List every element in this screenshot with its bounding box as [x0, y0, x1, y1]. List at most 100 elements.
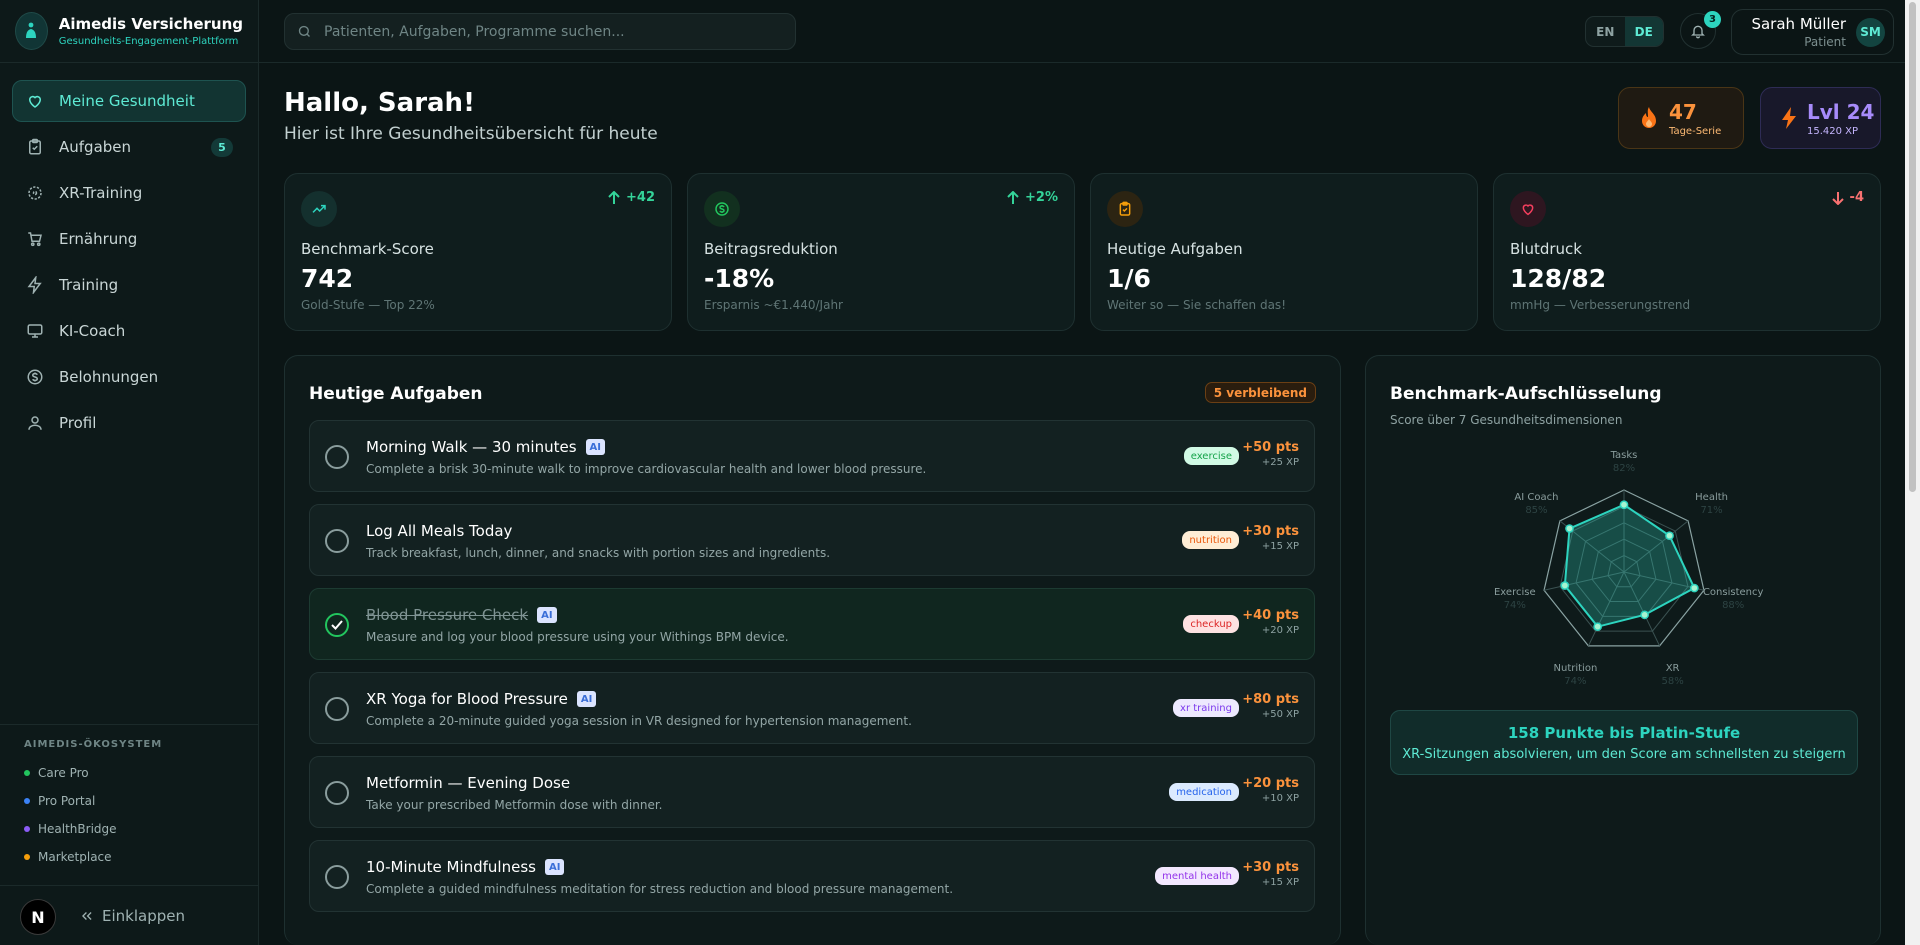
stat-card-benchmark[interactable]: +42 Benchmark-Score 742 Gold-Stufe — Top…	[284, 173, 672, 331]
benchmark-panel: Benchmark-Aufschlüsselung Score über 7 G…	[1365, 355, 1881, 945]
task-description: Take your prescribed Metformin dose with…	[366, 798, 663, 812]
search-box[interactable]	[284, 13, 796, 50]
stat-label: Heutige Aufgaben	[1107, 240, 1243, 258]
task-checkbox[interactable]	[325, 529, 349, 553]
sidebar-nav: Meine Gesundheit Aufgaben 5 XR-Training …	[0, 63, 258, 444]
lang-de-button[interactable]: DE	[1624, 17, 1663, 46]
brand-subtitle: Gesundheits-Engagement-Plattform	[58, 36, 239, 47]
page-subtitle: Hier ist Ihre Gesundheitsübersicht für h…	[284, 124, 658, 144]
clipboard-icon	[25, 137, 45, 157]
sidebar-item-profil[interactable]: Profil	[12, 402, 246, 444]
task-tag: medication	[1169, 783, 1239, 801]
task-title-row: Blood Pressure Check AI	[366, 606, 557, 624]
task-checkbox[interactable]	[325, 445, 349, 469]
streak-badge[interactable]: 47 Tage-Serie	[1618, 87, 1744, 149]
page-title: Hallo, Sarah!	[284, 88, 475, 118]
task-description: Complete a 20-minute guided yoga session…	[366, 714, 912, 728]
user-avatar: SM	[1856, 17, 1885, 47]
search-icon	[297, 24, 312, 39]
sidebar-item-aufgaben[interactable]: Aufgaben 5	[12, 126, 246, 168]
ai-badge: AI	[537, 607, 557, 623]
stat-label: Beitragsreduktion	[704, 240, 838, 258]
heart-icon	[1510, 191, 1546, 227]
benchmark-radar-chart: Tasks 82% Health 71% Consistency 88% XR 58% Nutr…	[1494, 450, 1764, 687]
stat-label: Blutdruck	[1510, 240, 1582, 258]
stat-value: -18%	[704, 264, 775, 293]
stat-sub: mmHg — Verbesserungstrend	[1510, 298, 1691, 312]
task-points: +80 pts +50 XP	[1242, 692, 1299, 720]
sidebar-item-meine-gesundheit[interactable]: Meine Gesundheit	[12, 80, 246, 122]
sidebar-footer: N Einklappen	[0, 885, 259, 945]
user-menu[interactable]: Sarah Müller Patient SM	[1731, 9, 1894, 55]
stat-card-beitragsreduktion[interactable]: +2% Beitragsreduktion -18% Ersparnis ~€1…	[687, 173, 1075, 331]
brand[interactable]: Aimedis Versicherung Gesundheits-Engagem…	[0, 0, 258, 63]
task-title-row: Metformin — Evening Dose	[366, 774, 570, 792]
stat-sub: Ersparnis ~€1.440/Jahr	[704, 298, 843, 312]
stat-delta: -4	[1831, 190, 1864, 205]
sidebar-item-xr-training[interactable]: XR-Training	[12, 172, 246, 214]
task-checkbox[interactable]	[325, 697, 349, 721]
status-dot-icon	[24, 770, 30, 776]
notifications-button[interactable]: 3	[1680, 11, 1721, 49]
lang-en-button[interactable]: EN	[1586, 17, 1625, 46]
task-item[interactable]: Morning Walk — 30 minutes AI Complete a …	[309, 420, 1315, 492]
task-item[interactable]: Metformin — Evening Dose Take your presc…	[309, 756, 1315, 828]
ecosystem-link-marketplace[interactable]: Marketplace	[24, 843, 235, 871]
sidebar-item-label: Aufgaben	[59, 138, 132, 156]
ecosystem-link-care-pro[interactable]: Care Pro	[24, 759, 235, 787]
sidebar-item-label: Meine Gesundheit	[59, 92, 195, 110]
task-title: Morning Walk — 30 minutes	[366, 438, 577, 456]
ecosystem-link-pro-portal[interactable]: Pro Portal	[24, 787, 235, 815]
scrollbar-thumb[interactable]	[1909, 2, 1916, 492]
radar-data-point	[1690, 583, 1699, 593]
trending-up-icon	[301, 191, 337, 227]
task-item[interactable]: 10-Minute Mindfulness AI Complete a guid…	[309, 840, 1315, 912]
stat-delta: +2%	[1007, 190, 1058, 205]
streak-value: 47	[1669, 99, 1697, 124]
status-dot-icon	[24, 854, 30, 860]
task-item[interactable]: XR Yoga for Blood Pressure AI Complete a…	[309, 672, 1315, 744]
ecosystem-link-healthbridge[interactable]: HealthBridge	[24, 815, 235, 843]
ecosystem-label: Marketplace	[38, 850, 112, 864]
task-pts: +30 pts	[1242, 860, 1299, 875]
task-checkbox[interactable]	[325, 781, 349, 805]
radar-data-point	[1565, 524, 1574, 533]
task-checkbox-checked[interactable]	[325, 613, 349, 637]
task-pts: +30 pts	[1242, 524, 1299, 539]
sidebar-item-label: Profil	[59, 414, 97, 432]
remaining-badge: 5 verbleibend	[1204, 382, 1316, 403]
search-input[interactable]	[324, 23, 783, 40]
radar-category-label: XR	[1666, 663, 1680, 674]
task-title-row: Morning Walk — 30 minutes AI	[366, 438, 605, 456]
stat-card-blutdruck[interactable]: -4 Blutdruck 128/82 mmHg — Verbesserungs…	[1493, 173, 1881, 331]
bolt-icon	[1781, 107, 1797, 129]
task-item[interactable]: Blood Pressure Check AI Measure and log …	[309, 588, 1315, 660]
stat-value: 742	[301, 264, 354, 293]
sidebar-item-ki-coach[interactable]: KI-Coach	[12, 310, 246, 352]
task-description: Measure and log your blood pressure usin…	[366, 630, 789, 644]
task-title: Metformin — Evening Dose	[366, 774, 571, 792]
sidebar-item-training[interactable]: Training	[12, 264, 246, 306]
task-description: Complete a guided mindfulness meditation…	[366, 882, 954, 896]
radar-data-point	[1619, 500, 1629, 510]
task-points: +50 pts +25 XP	[1242, 440, 1299, 468]
topbar: EN DE 3 Sarah Müller Patient SM	[259, 0, 1905, 63]
stat-sub: Gold-Stufe — Top 22%	[301, 298, 435, 312]
sidebar-item-ernaehrung[interactable]: Ernährung	[12, 218, 246, 260]
task-pts: +40 pts	[1242, 608, 1299, 623]
task-description: Track breakfast, lunch, dinner, and snac…	[366, 546, 831, 560]
sidebar-item-belohnungen[interactable]: Belohnungen	[12, 356, 246, 398]
status-dot-icon	[24, 798, 30, 804]
xr-icon	[25, 183, 45, 203]
task-tag: exercise	[1183, 447, 1239, 465]
task-item[interactable]: Log All Meals Today Track breakfast, lun…	[309, 504, 1315, 576]
collapse-button[interactable]: Einklappen	[80, 907, 185, 925]
dollar-icon	[704, 191, 740, 227]
stat-card-heutige-aufgaben[interactable]: Heutige Aufgaben 1/6 Weiter so — Sie sch…	[1090, 173, 1478, 331]
avatar[interactable]: N	[20, 899, 56, 935]
brand-title: Aimedis Versicherung	[58, 15, 243, 33]
page-scrollbar[interactable]	[1905, 0, 1920, 945]
level-badge[interactable]: Lvl 24 15.420 XP	[1760, 87, 1881, 149]
task-checkbox[interactable]	[325, 865, 349, 889]
radar-data-point	[1665, 531, 1674, 541]
